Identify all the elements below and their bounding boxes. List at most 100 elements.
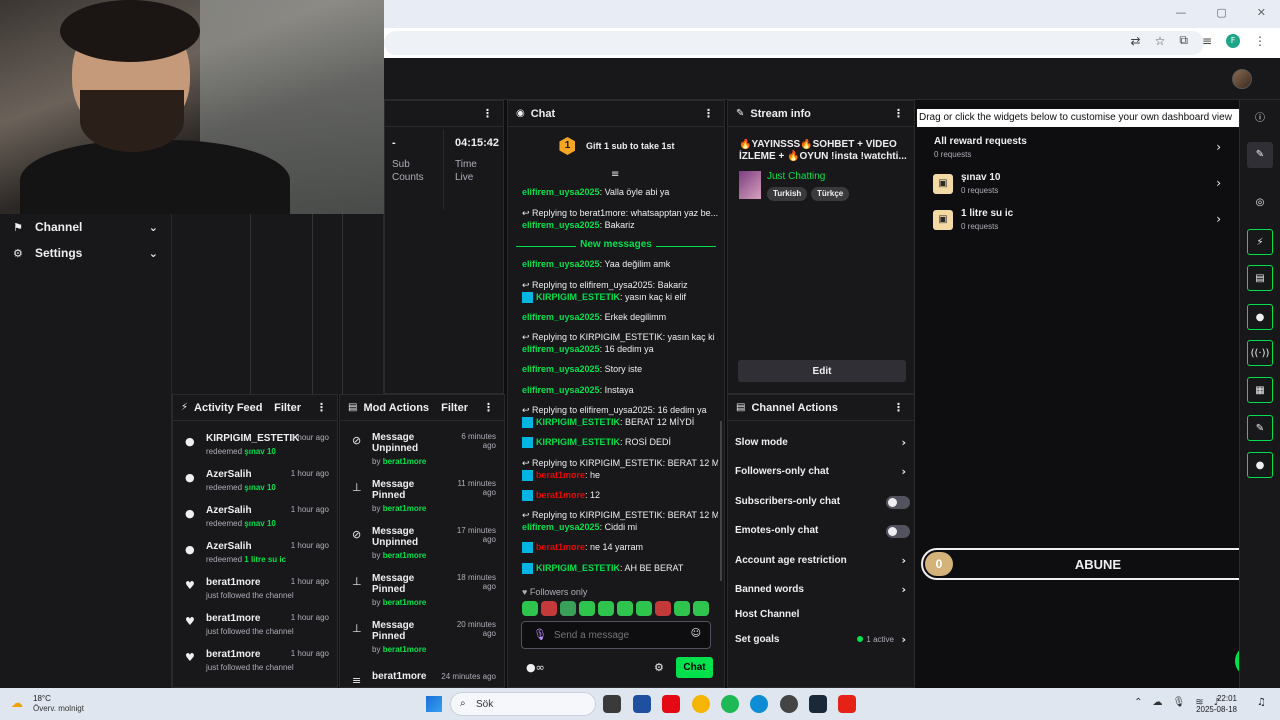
user-avatar[interactable] — [1232, 69, 1252, 89]
youtube-icon[interactable] — [838, 695, 856, 713]
chat-message[interactable]: elifirem_uysa2025: Valla öyle abi ya — [522, 187, 718, 198]
netflix-icon[interactable] — [662, 695, 680, 713]
chat-message[interactable]: berat1more: 12 — [522, 490, 718, 501]
emote-button[interactable] — [693, 601, 709, 616]
chat-settings-gear-icon[interactable]: ⚙ — [654, 661, 664, 674]
nav-item-settings[interactable]: ⚙ Settings ⌄ — [0, 240, 172, 266]
chat-username[interactable]: elifirem_uysa2025 — [522, 187, 600, 197]
lightning-icon[interactable]: ⚡ — [1247, 229, 1273, 255]
chrome-icon[interactable] — [692, 695, 710, 713]
translate-icon[interactable]: ⇄ — [1131, 34, 1141, 48]
chat-username[interactable]: elifirem_uysa2025 — [522, 364, 600, 374]
chat-message[interactable]: elifirem_uysa2025: 16 dedim ya — [522, 344, 718, 355]
chat-username[interactable]: elifirem_uysa2025 — [522, 385, 600, 395]
chat-username[interactable]: berat1more — [536, 490, 585, 500]
edit-stream-info-button[interactable]: Edit — [738, 360, 906, 382]
list-item[interactable]: ⊥ Message Pinned by berat1more 11 minutes ag… — [340, 476, 504, 522]
microphone-icon[interactable]: 🎙 — [1173, 697, 1186, 708]
reward-item[interactable]: ▣ şınav 10 0 requests › — [927, 172, 1221, 206]
list-item[interactable]: ⊥ Message Pinned by berat1more 18 minutes ag… — [340, 570, 504, 616]
stream-tag[interactable]: Türkçe — [811, 187, 850, 201]
broadcast-icon[interactable]: ((·)) — [1247, 340, 1273, 366]
send-chat-button[interactable]: Chat — [676, 657, 713, 678]
chat-message[interactable]: KIRPIGIM_ESTETIK: BERAT 12 MİYDİ — [522, 417, 718, 429]
gift-sub-leaderboard[interactable]: 1 Gift 1 sub to take 1st — [508, 137, 724, 161]
more-options-icon[interactable]: ⋮ — [893, 107, 904, 120]
chat-username[interactable]: elifirem_uysa2025 — [522, 220, 600, 230]
maximize-icon[interactable]: ▢ — [1216, 6, 1226, 19]
chat-username[interactable]: berat1more — [536, 542, 585, 552]
stream-category[interactable]: Just Chatting — [767, 171, 825, 182]
app-icon[interactable] — [780, 695, 798, 713]
chat-bubble-icon[interactable]: ● — [1247, 304, 1273, 330]
chat-message[interactable]: berat1more: ne 14 yarram — [522, 542, 718, 554]
channel-action-item[interactable]: Followers-only chat › — [728, 460, 914, 484]
chat-reply-context[interactable]: ↩ Replying to berat1more: whatsapptan ya… — [522, 208, 718, 219]
channel-action-item[interactable]: Emotes-only chat — [728, 519, 914, 543]
address-bar[interactable] — [384, 31, 1204, 55]
channel-action-item[interactable]: Account age restriction › — [728, 549, 914, 573]
new-messages-divider[interactable]: New messages — [516, 239, 716, 253]
chat-username[interactable]: KIRPIGIM_ESTETIK — [536, 292, 620, 302]
taskbar-search[interactable]: ⌕ Sök — [450, 692, 596, 716]
list-item[interactable]: ♥ berat1more just followed the channel 1 ho… — [173, 645, 337, 681]
close-icon[interactable]: ✕ — [1257, 6, 1266, 19]
list-item[interactable]: ● KIRPIGIM_ESTETIK redeemed şınav 10 1 hour… — [173, 429, 337, 465]
extensions-icon[interactable]: ⧉ — [1179, 33, 1188, 48]
more-options-icon[interactable]: ⋮ — [316, 401, 327, 414]
store-icon[interactable] — [633, 695, 651, 713]
chat-message[interactable]: KIRPIGIM_ESTETIK: yasın kaç ki elif — [522, 292, 718, 303]
chat-message[interactable]: berat1more: he — [522, 470, 718, 481]
chat-message[interactable]: elifirem_uysa2025: Yaa değilim amk — [522, 259, 718, 270]
channel-action-item[interactable]: Set goals › 1 active — [728, 628, 914, 652]
reward-item[interactable]: ▣ 1 litre su ic 0 requests › — [927, 208, 1221, 242]
windows-start-icon[interactable] — [426, 696, 442, 712]
chat-reply-context[interactable]: ↩ Replying to KIRPIGIM_ESTETIK: BERAT 12… — [522, 458, 718, 469]
channel-action-item[interactable]: Slow mode › — [728, 431, 914, 455]
chat-message[interactable]: KIRPIGIM_ESTETIK: ROSİ DEDİ — [522, 437, 718, 449]
channel-points-icon[interactable]: ● — [1247, 452, 1273, 478]
bookmark-star-icon[interactable]: ☆ — [1155, 34, 1166, 48]
list-item[interactable]: ♥ berat1more just followed the channel 1 ho… — [173, 609, 337, 645]
chat-reply-context[interactable]: ↩ Replying to elifirem_uysa2025: 16 dedi… — [522, 405, 718, 416]
reading-list-icon[interactable]: ≡ — [1202, 34, 1212, 48]
list-item[interactable]: ♥ berat1more just followed the channel 1 ho… — [173, 573, 337, 609]
more-options-icon[interactable]: ⋮ — [482, 107, 493, 120]
toggle-switch[interactable] — [886, 496, 910, 509]
emote-button[interactable] — [674, 601, 690, 616]
chat-scrollbar[interactable] — [720, 421, 722, 581]
channel-points-icon[interactable]: ●∞ — [526, 661, 545, 674]
minimize-icon[interactable]: — — [1175, 6, 1186, 19]
wrench-icon[interactable]: ✎ — [1247, 415, 1273, 441]
task-view-icon[interactable] — [603, 695, 621, 713]
list-item[interactable]: ● AzerSalih redeemed şınav 10 1 hour ago — [173, 465, 337, 501]
chat-reply-context[interactable]: ↩ Replying to elifirem_uysa2025: Bakariz — [522, 280, 718, 291]
chat-message-input[interactable] — [554, 627, 684, 643]
emoji-icon[interactable]: ☺ — [691, 628, 701, 639]
more-options-icon[interactable]: ⋮ — [483, 401, 494, 414]
more-options-icon[interactable]: ⋮ — [703, 107, 714, 120]
chat-message[interactable]: elifirem_uysa2025: Bakariz — [522, 220, 718, 231]
list-item[interactable]: ● AzerSalih redeemed şınav 10 1 hour ago — [173, 501, 337, 537]
chat-reply-context[interactable]: ↩ Replying to KIRPIGIM_ESTETIK: BERAT 12… — [522, 510, 718, 521]
cloud-icon[interactable]: ☁ — [1153, 697, 1163, 708]
list-item[interactable]: ● AzerSalih redeemed 1 litre su ic 1 hour a… — [173, 537, 337, 573]
reward-item[interactable]: All reward requests 0 requests › — [927, 136, 1221, 170]
chat-message[interactable]: elifirem_uysa2025: Instaya — [522, 385, 718, 396]
list-item[interactable]: ⊘ Message Unpinned by berat1more 17 minutes … — [340, 523, 504, 569]
channel-actions-icon[interactable]: ▦ — [1247, 377, 1273, 403]
chat-username[interactable]: elifirem_uysa2025 — [522, 259, 600, 269]
chat-username[interactable]: KIRPIGIM_ESTETIK — [536, 417, 620, 427]
emote-button[interactable] — [541, 601, 557, 616]
chat-filter-icon[interactable]: ≡ — [611, 169, 619, 180]
list-item[interactable]: ⊘ Message Unpinned by berat1more 6 minutes a… — [340, 429, 504, 475]
info-icon[interactable]: ⓘ — [1252, 106, 1268, 132]
channel-action-item[interactable]: Subscribers-only chat — [728, 490, 914, 514]
screenshot-icon[interactable]: ◎ — [1247, 190, 1273, 216]
profile-avatar[interactable]: F — [1226, 33, 1240, 48]
emote-button[interactable] — [560, 601, 576, 616]
chat-reply-context[interactable]: ↩ Replying to KIRPIGIM_ESTETIK: yasın ka… — [522, 332, 718, 343]
microphone-icon[interactable]: 🎙 — [533, 628, 547, 641]
emote-button[interactable] — [655, 601, 671, 616]
filter-button[interactable]: Filter — [441, 402, 468, 414]
